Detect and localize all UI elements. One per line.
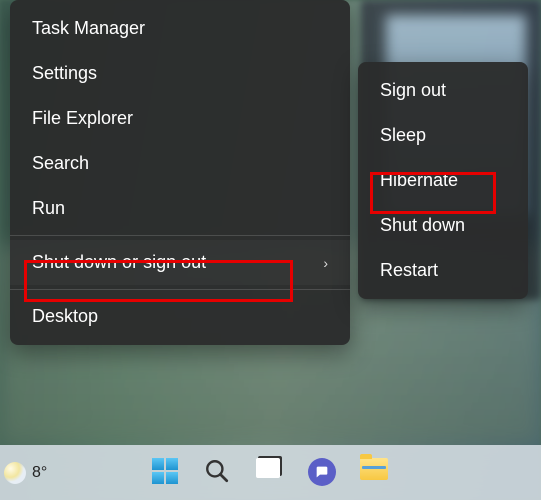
menu-item-label: Run: [32, 198, 65, 219]
menu-separator: [10, 289, 350, 290]
taskbar: 8°: [0, 445, 541, 500]
menu-item-search[interactable]: Search: [10, 141, 350, 186]
menu-item-label: Sign out: [380, 80, 446, 101]
menu-item-label: Restart: [380, 260, 438, 281]
menu-separator: [10, 235, 350, 236]
menu-item-run[interactable]: Run: [10, 186, 350, 231]
menu-item-label: File Explorer: [32, 108, 133, 129]
chevron-right-icon: ›: [323, 255, 328, 271]
task-view-icon: [256, 458, 280, 478]
file-explorer-icon: [360, 458, 388, 480]
menu-item-desktop[interactable]: Desktop: [10, 294, 350, 339]
taskbar-search-button[interactable]: [204, 458, 234, 488]
submenu-item-sign-out[interactable]: Sign out: [358, 68, 528, 113]
shutdown-submenu: Sign out Sleep Hibernate Shut down Resta…: [358, 62, 528, 299]
menu-item-label: Shut down or sign out: [32, 252, 206, 273]
menu-item-label: Shut down: [380, 215, 465, 236]
menu-item-label: Sleep: [380, 125, 426, 146]
submenu-item-sleep[interactable]: Sleep: [358, 113, 528, 158]
menu-item-task-manager[interactable]: Task Manager: [10, 6, 350, 51]
submenu-item-restart[interactable]: Restart: [358, 248, 528, 293]
submenu-item-hibernate[interactable]: Hibernate: [358, 158, 528, 203]
menu-item-label: Task Manager: [32, 18, 145, 39]
submenu-item-shut-down[interactable]: Shut down: [358, 203, 528, 248]
chat-icon: [308, 458, 336, 486]
weather-icon: [4, 462, 26, 484]
weather-temperature: 8°: [32, 464, 47, 482]
start-button[interactable]: [152, 458, 182, 488]
taskbar-task-view-button[interactable]: [256, 458, 286, 488]
taskbar-chat-button[interactable]: [308, 458, 338, 488]
menu-item-label: Desktop: [32, 306, 98, 327]
menu-item-label: Settings: [32, 63, 97, 84]
menu-item-settings[interactable]: Settings: [10, 51, 350, 96]
taskbar-file-explorer-button[interactable]: [360, 458, 390, 488]
search-icon: [204, 458, 230, 484]
menu-item-label: Hibernate: [380, 170, 458, 191]
taskbar-weather-widget[interactable]: 8°: [4, 462, 47, 484]
menu-item-label: Search: [32, 153, 89, 174]
menu-item-file-explorer[interactable]: File Explorer: [10, 96, 350, 141]
windows-logo-icon: [152, 458, 178, 484]
menu-item-shutdown-or-signout[interactable]: Shut down or sign out ›: [10, 240, 350, 285]
power-user-context-menu: Task Manager Settings File Explorer Sear…: [10, 0, 350, 345]
